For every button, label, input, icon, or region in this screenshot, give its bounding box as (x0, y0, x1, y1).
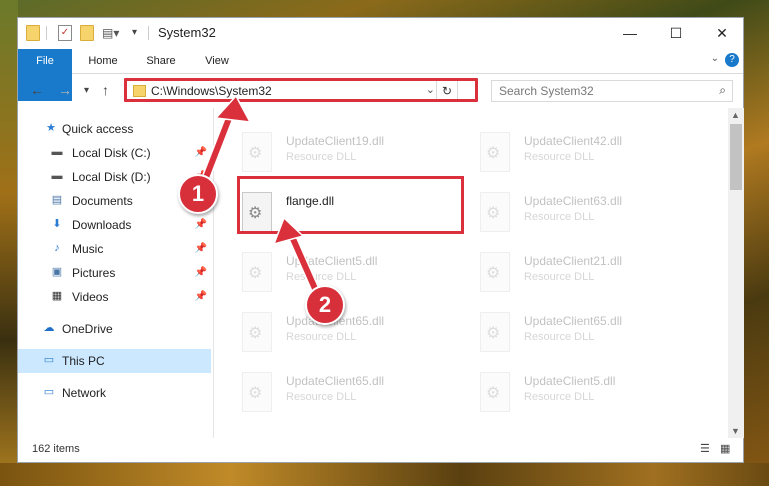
annotation-arrows (195, 94, 325, 305)
step-badge-2: 2 (305, 285, 345, 325)
step-badge-1: 1 (178, 174, 218, 214)
